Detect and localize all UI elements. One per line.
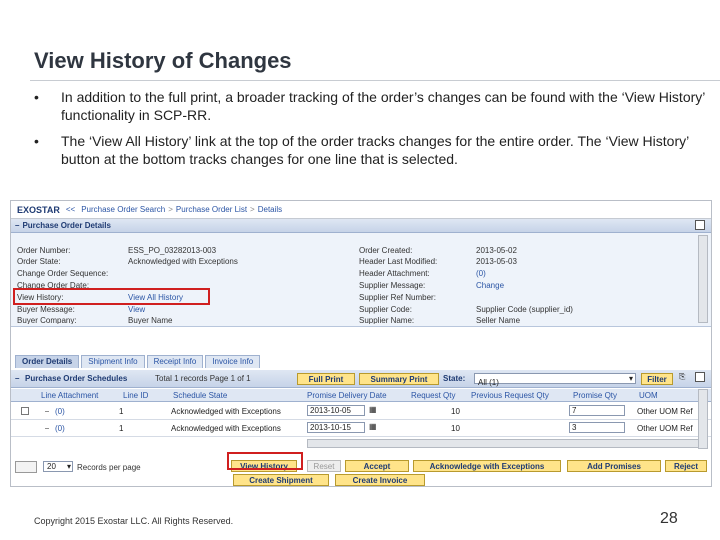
paperclip-icon[interactable]: ⎯ <box>45 424 49 434</box>
detail-row: Order Number: ESS_PO_03282013-003 Order … <box>17 246 517 255</box>
reset-button[interactable]: Reset <box>307 460 341 472</box>
table-row[interactable]: ⎯ (0) 1 Acknowledged with Exceptions 201… <box>11 403 711 420</box>
accept-button[interactable]: Accept <box>345 460 409 472</box>
table-row[interactable]: ⎯ (0) 1 Acknowledged with Exceptions 201… <box>11 420 711 437</box>
supplier-message-change-link[interactable]: Change <box>476 281 504 291</box>
create-shipment-button[interactable]: Create Shipment <box>233 474 329 486</box>
pager-first-icon[interactable] <box>15 461 37 473</box>
promise-date-input[interactable]: 2013-10-15 <box>307 422 365 433</box>
tab-shipment-info[interactable]: Shipment Info <box>81 355 145 368</box>
bullet-list: • In addition to the full print, a broad… <box>34 88 714 176</box>
app-screenshot: EXOSTAR << Purchase Order Search > Purch… <box>10 200 712 487</box>
chevron-down-icon: ▾ <box>628 374 633 383</box>
promise-date-input[interactable]: 2013-10-05 <box>307 405 365 416</box>
breadcrumb-sep: > <box>168 205 173 214</box>
state-select[interactable]: All (1) ▾ <box>474 373 636 387</box>
detail-row: Buyer Company: Buyer Name Supplier Name:… <box>17 316 521 324</box>
promise-qty-input[interactable]: 7 <box>569 405 625 416</box>
title-divider <box>30 80 720 81</box>
details-header-label: Purchase Order Details <box>22 221 111 230</box>
filter-button[interactable]: Filter <box>641 373 673 385</box>
schedules-total: Total 1 records Page 1 of 1 <box>155 374 251 383</box>
calendar-icon[interactable]: ▦ <box>369 405 377 414</box>
table-horizontal-scrollbar[interactable] <box>307 439 707 448</box>
copyright-text: Copyright 2015 Exostar LLC. All Rights R… <box>34 516 234 526</box>
bullet-item: • In addition to the full print, a broad… <box>34 88 714 124</box>
promise-qty-input[interactable]: 3 <box>569 422 625 433</box>
bullet-text: In addition to the full print, a broader… <box>61 89 705 123</box>
collapse-icon[interactable]: – <box>15 221 19 230</box>
records-per-page-label: Records per page <box>77 463 141 472</box>
row-checkbox[interactable] <box>21 407 29 415</box>
table-vertical-scrollbar[interactable] <box>698 389 708 449</box>
reject-button[interactable]: Reject <box>665 460 707 472</box>
tab-bar: Order Details Shipment Info Receipt Info… <box>15 355 261 368</box>
paperclip-icon[interactable]: ⎯ <box>45 407 49 417</box>
collapse-icon[interactable]: – <box>15 374 19 383</box>
breadcrumb-po-search[interactable]: Purchase Order Search <box>81 205 165 214</box>
calendar-icon[interactable]: ▦ <box>369 422 377 431</box>
create-invoice-button[interactable]: Create Invoice <box>335 474 425 486</box>
header-attachment-link[interactable]: (0) <box>476 269 486 279</box>
bullet-dot: • <box>34 133 39 149</box>
details-panel: Order Number: ESS_PO_03282013-003 Order … <box>11 233 711 327</box>
breadcrumb-sep: > <box>250 205 255 214</box>
bullet-item: • The ‘View All History’ link at the top… <box>34 132 714 168</box>
buyer-message-view-link[interactable]: View <box>128 305 145 315</box>
edit-icon[interactable] <box>695 372 705 382</box>
tab-invoice-info[interactable]: Invoice Info <box>205 355 261 368</box>
view-history-highlight <box>13 288 210 305</box>
state-label: State: <box>443 374 466 383</box>
breadcrumb-po-list[interactable]: Purchase Order List <box>176 205 247 214</box>
view-history-button-highlight <box>227 452 303 470</box>
schedules-toolbar: – Purchase Order Schedules Total 1 recor… <box>11 370 711 388</box>
table-actions: 20 ▾ Records per page View History Reset… <box>11 457 711 486</box>
tab-order-details[interactable]: Order Details <box>15 355 80 368</box>
brand-logo: EXOSTAR <box>17 204 60 215</box>
detail-row: Change Order Sequence: Header Attachment… <box>17 269 486 279</box>
acknowledge-with-exceptions-button[interactable]: Acknowledge with Exceptions <box>413 460 561 472</box>
bullet-text: The ‘View All History’ link at the top o… <box>61 133 689 167</box>
records-per-page-select[interactable]: 20 ▾ <box>43 461 73 472</box>
slide-title: View History of Changes <box>34 48 292 73</box>
breadcrumb: EXOSTAR << Purchase Order Search > Purch… <box>11 201 711 219</box>
breadcrumb-back[interactable]: << <box>66 205 75 214</box>
full-print-button[interactable]: Full Print <box>297 373 355 385</box>
breadcrumb-details: Details <box>257 205 283 214</box>
add-promises-button[interactable]: Add Promises <box>567 460 661 472</box>
chevron-down-icon: ▾ <box>66 462 71 471</box>
schedules-title: Purchase Order Schedules <box>25 374 128 383</box>
tab-receipt-info[interactable]: Receipt Info <box>146 355 204 368</box>
schedules-table-header: Line Attachment Line ID Schedule State P… <box>11 389 711 402</box>
summary-print-button[interactable]: Summary Print <box>359 373 439 385</box>
page-number: 28 <box>660 510 678 527</box>
details-header[interactable]: – Purchase Order Details <box>11 219 711 233</box>
edit-icon[interactable] <box>695 220 705 230</box>
bullet-dot: • <box>34 89 39 105</box>
detail-row: Buyer Message: View Supplier Code: Suppl… <box>17 305 573 315</box>
export-icon[interactable]: ⎘ <box>679 372 685 382</box>
detail-row: Order State: Acknowledged with Exception… <box>17 257 517 266</box>
details-scrollbar[interactable] <box>698 235 708 323</box>
